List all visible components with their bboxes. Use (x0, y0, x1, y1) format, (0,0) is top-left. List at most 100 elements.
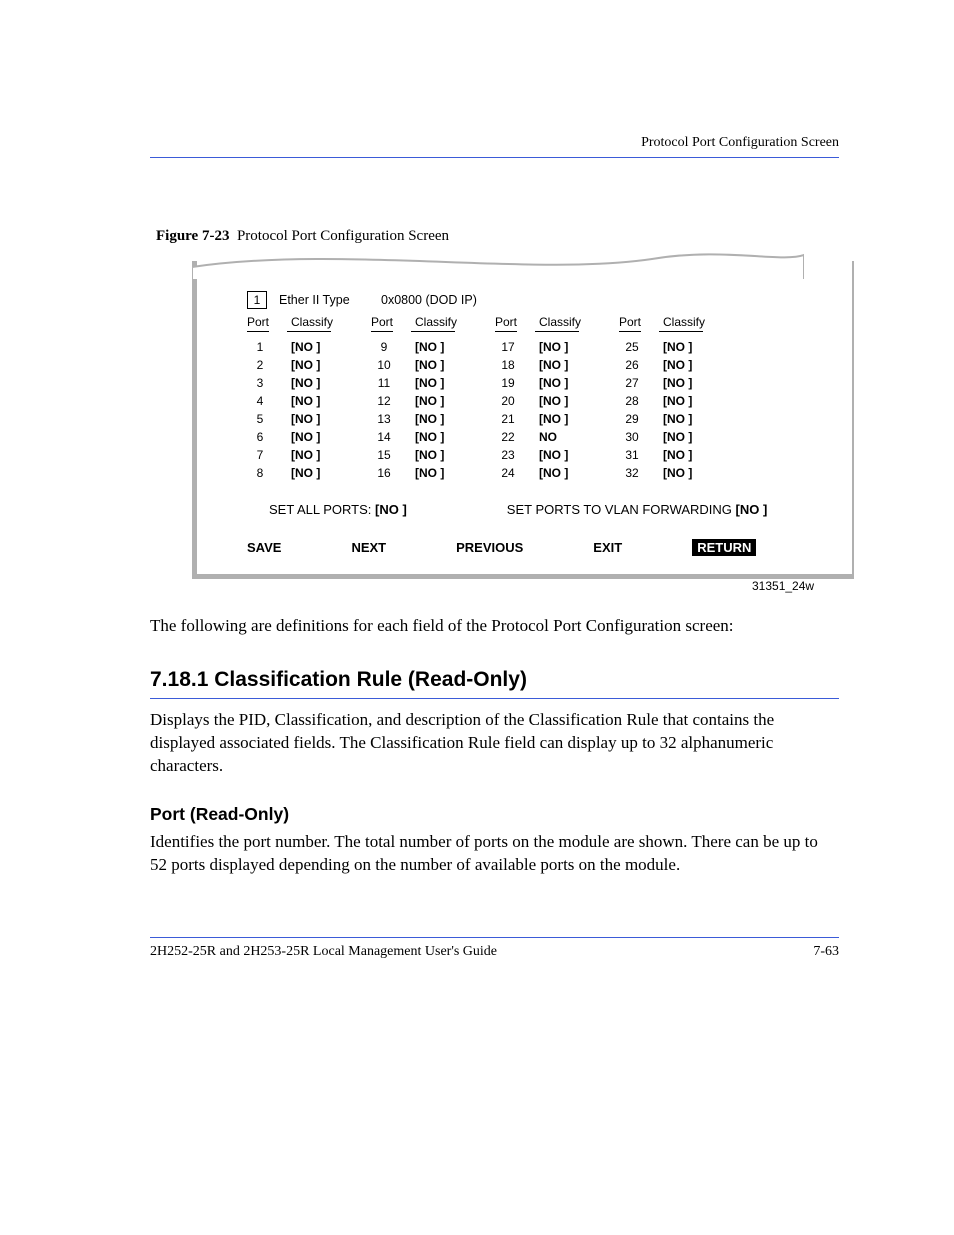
port-number: 22 (495, 428, 521, 446)
classify-value[interactable]: [NO ] (539, 374, 585, 392)
classify-value[interactable]: [NO ] (415, 338, 461, 356)
running-head-right: Protocol Port Configuration Screen (641, 135, 839, 151)
classify-value[interactable]: [NO ] (663, 446, 709, 464)
port-number: 28 (619, 392, 645, 410)
port-row: 4[NO ] (247, 392, 337, 410)
port-number: 31 (619, 446, 645, 464)
screen-window: 1 Ether II Type 0x0800 (DOD IP) Port Clas… (192, 261, 854, 579)
next-button[interactable]: NEXT (351, 540, 386, 555)
section-paragraph: Displays the PID, Classification, and de… (150, 709, 839, 778)
classification-rule-line: 1 Ether II Type 0x0800 (DOD IP) (247, 291, 852, 309)
port-row: 5 [NO ] (247, 410, 337, 428)
exit-button[interactable]: EXIT (593, 540, 622, 555)
classify-value[interactable]: [NO ] (663, 428, 709, 446)
port-number: 8 (247, 464, 273, 482)
classify-value[interactable]: [NO ] (663, 392, 709, 410)
port-column-group: PortClassify9[NO ]10[NO ]11[NO ]12[NO ]1… (371, 315, 461, 482)
port-column-group: PortClassify17[NO ]18[NO ]19[NO ]20[NO ]… (495, 315, 585, 482)
classify-value[interactable]: [NO ] (539, 338, 585, 356)
classify-value[interactable]: [NO ] (291, 356, 337, 374)
classify-value[interactable]: [NO ] (663, 356, 709, 374)
classify-value[interactable]: [NO ] (415, 374, 461, 392)
set-all-ports: SET ALL PORTS: [NO ] (269, 502, 407, 517)
port-row: 1 [NO ] (247, 338, 337, 356)
classify-value[interactable]: [NO ] (663, 464, 709, 482)
classify-value[interactable]: [NO ] (415, 410, 461, 428)
port-row: 7[NO ] (247, 446, 337, 464)
port-number: 17 (495, 338, 521, 356)
port-column-group: PortClassify25[NO ]26[NO ]27[NO ]28[NO ]… (619, 315, 709, 482)
classify-value[interactable]: [NO ] (415, 464, 461, 482)
col-head-classify: Classify (663, 315, 709, 329)
footer-rule (150, 937, 839, 938)
subsection-heading: Port (Read-Only) (150, 804, 839, 825)
rule-value: 0x0800 (DOD IP) (381, 293, 501, 307)
col-head-port: Port (247, 315, 273, 329)
port-row: 2[NO ] (247, 356, 337, 374)
classify-value[interactable]: [NO ] (539, 356, 585, 374)
classify-value[interactable]: [NO ] (415, 428, 461, 446)
col-head-classify: Classify (415, 315, 461, 329)
classify-value[interactable]: [NO ] (291, 374, 337, 392)
port-table: PortClassify1[NO ]2[NO ]3[NO ]4[NO ]5[NO… (247, 315, 852, 482)
port-number: 9 (371, 338, 397, 356)
classify-value[interactable]: [NO ] (539, 392, 585, 410)
port-row: 28 [NO ] (619, 392, 709, 410)
classify-value[interactable]: [NO ] (415, 356, 461, 374)
port-row: 6[NO ] (247, 428, 337, 446)
classify-value[interactable]: [NO ] (539, 410, 585, 428)
classify-value[interactable]: [NO ] (291, 338, 337, 356)
classify-value[interactable]: NO (539, 428, 585, 446)
set-all-ports-value[interactable]: [NO ] (375, 502, 407, 517)
port-row: 21 [NO ] (495, 410, 585, 428)
port-row: 32 [NO ] (619, 464, 709, 482)
col-head-port: Port (495, 315, 521, 329)
classify-value[interactable]: [NO ] (663, 338, 709, 356)
rule-number-box[interactable]: 1 (247, 291, 267, 309)
port-row: 16 [NO ] (371, 464, 461, 482)
save-button[interactable]: SAVE (247, 540, 281, 555)
col-head-port: Port (371, 315, 397, 329)
set-vlan-forwarding-value[interactable]: [NO ] (736, 502, 768, 517)
section-rule (150, 698, 839, 699)
classify-value[interactable]: [NO ] (291, 410, 337, 428)
port-number: 25 (619, 338, 645, 356)
classify-value[interactable]: [NO ] (539, 446, 585, 464)
port-number: 15 (371, 446, 397, 464)
port-row: 26 [NO ] (619, 356, 709, 374)
classify-value[interactable]: [NO ] (291, 464, 337, 482)
window-top-edge (192, 249, 804, 279)
port-number: 24 (495, 464, 521, 482)
classify-value[interactable]: [NO ] (539, 464, 585, 482)
col-head-classify: Classify (539, 315, 585, 329)
classify-value[interactable]: [NO ] (291, 428, 337, 446)
port-row: 18[NO ] (495, 356, 585, 374)
port-number: 26 (619, 356, 645, 374)
port-row: 24 [NO ] (495, 464, 585, 482)
port-number: 12 (371, 392, 397, 410)
port-number: 16 (371, 464, 397, 482)
classify-value[interactable]: [NO ] (663, 374, 709, 392)
previous-button[interactable]: PREVIOUS (456, 540, 523, 555)
classify-value[interactable]: [NO ] (291, 446, 337, 464)
section-heading: 7.18.1 Classification Rule (Read-Only) (150, 668, 839, 692)
port-row: 29 [NO ] (619, 410, 709, 428)
port-number: 5 (247, 410, 273, 428)
port-number: 19 (495, 374, 521, 392)
port-number: 1 (247, 338, 273, 356)
classify-value[interactable]: [NO ] (291, 392, 337, 410)
port-row: 13[NO ] (371, 410, 461, 428)
port-row: 14[NO ] (371, 428, 461, 446)
classify-value[interactable]: [NO ] (415, 446, 461, 464)
port-number: 29 (619, 410, 645, 428)
port-number: 21 (495, 410, 521, 428)
classify-value[interactable]: [NO ] (663, 410, 709, 428)
port-column-group: PortClassify1[NO ]2[NO ]3[NO ]4[NO ]5[NO… (247, 315, 337, 482)
classify-value[interactable]: [NO ] (415, 392, 461, 410)
port-number: 32 (619, 464, 645, 482)
return-button[interactable]: RETURN (692, 539, 756, 556)
port-number: 27 (619, 374, 645, 392)
subsection-paragraph: Identifies the port number. The total nu… (150, 831, 839, 877)
set-vlan-forwarding: SET PORTS TO VLAN FORWARDING [NO ] (507, 502, 768, 517)
port-row: 25 [NO ] (619, 338, 709, 356)
